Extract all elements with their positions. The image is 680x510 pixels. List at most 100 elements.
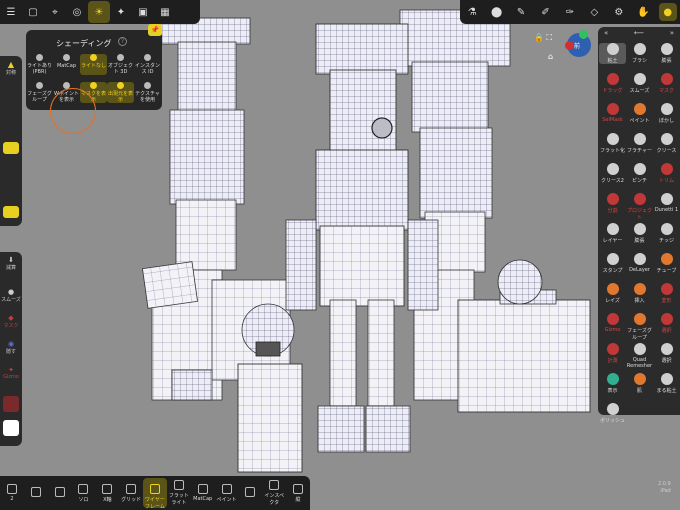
hide-toggle[interactable]: ◉ 隠す <box>0 340 22 355</box>
background-icon[interactable]: ▣ <box>132 1 154 23</box>
grid-button[interactable]: グリッド <box>119 483 143 503</box>
tool-button[interactable]: チューブ <box>653 253 680 274</box>
smooth-toggle[interactable]: ● スムーズ <box>0 288 22 303</box>
paint-button[interactable]: ペイント <box>215 483 239 503</box>
frame-button[interactable] <box>48 487 72 499</box>
help-icon[interactable]: ? <box>118 37 127 46</box>
shading-pbr[interactable]: ライトあり (PBR) <box>26 54 53 75</box>
tool-button[interactable]: 分割 <box>599 193 626 214</box>
shading-icon[interactable]: ☀ <box>88 1 110 23</box>
tool-button[interactable]: ぼかし <box>653 103 680 124</box>
use-texture[interactable]: テクスチャを使用 <box>134 82 161 103</box>
tool-button[interactable]: DeLayer <box>626 253 653 273</box>
home-icon[interactable]: ⌂ <box>548 52 553 61</box>
flat-light-button[interactable]: フラットライト <box>167 480 191 506</box>
tool-button[interactable]: プロジェクト <box>626 193 653 221</box>
tool-label: チッジ <box>658 238 674 244</box>
tool-button[interactable]: Quad Remesher <box>626 343 653 369</box>
brush-icon[interactable]: ✎ <box>512 3 530 21</box>
topology-icon[interactable]: ◎ <box>66 1 88 23</box>
tool-button[interactable]: チッジ <box>653 223 680 244</box>
matcap-button[interactable]: MatCap <box>191 484 215 502</box>
tool-button[interactable]: 選択 <box>653 313 680 334</box>
scene-icon[interactable]: ⌖ <box>44 1 66 23</box>
settings-icon[interactable]: ⚙ <box>610 3 628 21</box>
reduce-toggle[interactable]: ⬇ 減算 <box>0 256 22 271</box>
lock-icon[interactable]: 🔒 ⛶ <box>534 33 552 43</box>
tool-button[interactable]: 膨張 <box>626 223 653 244</box>
show-facegroups[interactable]: フェーズグループ <box>26 82 53 103</box>
tool-button[interactable]: まる粘土 <box>653 373 680 394</box>
tool-button[interactable]: Gizmo <box>599 313 626 333</box>
mask-toggle[interactable]: ◆ マスク <box>0 314 22 329</box>
shading-unlit[interactable]: ライトなし <box>80 54 107 75</box>
pen-icon[interactable]: ✐ <box>537 3 555 21</box>
diamond-icon[interactable]: ◇ <box>585 3 603 21</box>
material-icon[interactable]: ✦ <box>110 1 132 23</box>
tool-button[interactable]: レイヤー <box>599 223 626 244</box>
tool-button[interactable]: フラット化 <box>599 133 626 154</box>
hand-icon[interactable]: ✋ <box>634 3 652 21</box>
inspector-button[interactable]: インスペクタ <box>262 480 286 506</box>
tool-button[interactable]: 計測 <box>599 343 626 364</box>
collapse-right-icon[interactable]: » <box>670 29 674 39</box>
symmetry-toggle[interactable]: ▲ 対称 <box>0 60 22 76</box>
tool-button[interactable]: フェーズグループ <box>626 313 653 341</box>
color-swatch-secondary[interactable] <box>3 420 19 436</box>
shading-object[interactable]: オブジェクト 3D <box>107 54 134 75</box>
tool-button[interactable]: クリース2 <box>599 163 626 184</box>
tool-button[interactable]: フラチャー <box>626 133 653 154</box>
tools-icon[interactable]: ● <box>658 3 677 21</box>
tool-label: フェーズグループ <box>627 328 652 341</box>
intensity-slider-handle[interactable] <box>3 206 19 218</box>
radius-slider-handle[interactable] <box>3 142 19 154</box>
tool-button[interactable]: ペイント <box>626 103 653 124</box>
gizmo-toggle[interactable]: ✦ Gizmo <box>0 366 22 380</box>
tool-button[interactable]: 膨張 <box>653 43 680 64</box>
tool-button[interactable]: スムーズ <box>626 73 653 94</box>
x-axis-dot[interactable] <box>565 41 574 50</box>
tool-button[interactable]: ドラッグ <box>599 73 626 94</box>
tool-button[interactable]: ブラシ <box>626 43 653 64</box>
y-axis-dot[interactable] <box>579 30 588 39</box>
tool-icon <box>606 133 619 145</box>
collapse-left-icon[interactable]: « <box>604 29 608 39</box>
back-icon[interactable]: ⟵ <box>634 29 644 39</box>
tool-button[interactable]: 肌 <box>626 373 653 394</box>
tool-button[interactable]: マスク <box>653 73 680 94</box>
tool-button[interactable]: ピンチ <box>626 163 653 184</box>
tool-button[interactable]: 変形 <box>653 283 680 304</box>
tool-button[interactable]: 選択 <box>653 343 680 364</box>
flask-icon[interactable]: ⚗ <box>463 3 481 21</box>
tool-button[interactable]: Dunetti 1 <box>653 193 680 213</box>
tool-button[interactable]: レイズ <box>599 283 626 304</box>
shading-matcap[interactable]: MatCap <box>53 54 80 75</box>
redo-button[interactable] <box>24 487 48 499</box>
menu-icon[interactable]: ☰ <box>0 1 22 23</box>
tool-button[interactable]: トリム <box>653 163 680 184</box>
frame-icon <box>54 487 65 497</box>
sphere-icon[interactable]: ⬤ <box>488 3 506 21</box>
shading-instance[interactable]: インスタンス ID <box>134 54 161 75</box>
tool-button[interactable]: スタンプ <box>599 253 626 274</box>
tool-button[interactable]: 挿入 <box>626 283 653 304</box>
tool-button[interactable]: 表示 <box>599 373 626 394</box>
undo-button[interactable]: 2 <box>0 484 24 502</box>
view-gizmo[interactable]: 前 <box>565 30 591 57</box>
files-icon[interactable]: ▢ <box>22 1 44 23</box>
color-swatch-primary[interactable] <box>3 396 19 412</box>
tool-button[interactable]: クリース <box>653 133 680 154</box>
x-axis-button[interactable]: X軸 <box>95 483 119 503</box>
spacer-button[interactable] <box>238 487 262 499</box>
camera-icon[interactable]: ▦ <box>154 1 176 23</box>
solo-button[interactable]: ソロ <box>72 483 96 503</box>
wireframe-button[interactable]: ワイヤーフレーム <box>143 478 167 510</box>
tool-icon <box>606 313 619 325</box>
stroke-icon[interactable]: ✑ <box>561 3 579 21</box>
tool-button[interactable]: 粘土 <box>599 43 626 64</box>
tool-button[interactable]: ポリッシュ <box>599 403 626 424</box>
tool-button[interactable]: SelMask <box>599 103 626 123</box>
vertical-button[interactable]: 縦 <box>286 483 310 503</box>
pin-icon[interactable]: 📌 <box>148 24 162 36</box>
show-origin[interactable]: 出現元を表示 <box>107 82 134 103</box>
